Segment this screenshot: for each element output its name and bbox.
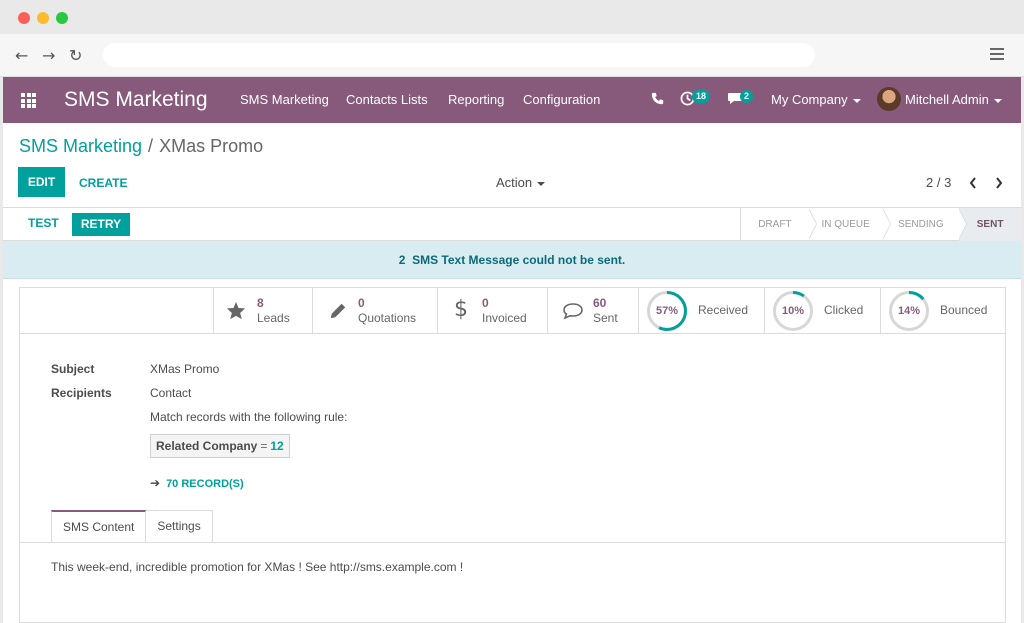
breadcrumb: SMS Marketing / XMas Promo — [19, 136, 263, 157]
records-count: 70 RECORD(S) — [166, 478, 244, 490]
forward-arrow-icon[interactable]: → — [42, 46, 55, 65]
rule-description: Match records with the following rule: — [150, 410, 348, 424]
tab-sms-content[interactable]: SMS Content — [51, 510, 147, 543]
create-button[interactable]: CREATE — [79, 176, 127, 190]
records-link[interactable]: ➔ 70 RECORD(S) — [150, 476, 244, 490]
alert-text: SMS Text Message could not be sent. — [412, 253, 626, 267]
breadcrumb-current: XMas Promo — [159, 136, 264, 156]
pager-value[interactable]: 2 / 3 — [926, 175, 951, 190]
recipients-label: Recipients — [51, 386, 112, 400]
received-label: Received — [698, 303, 749, 317]
smart-buttons: 8 Leads 0 Quotations $ 0 Invoiced 60 Sen… — [213, 288, 1004, 334]
quotations-label: Quotations — [358, 311, 417, 325]
domain-field: Related Company — [156, 439, 258, 453]
menu-item-contacts-lists[interactable]: Contacts Lists — [346, 92, 428, 107]
stage-label: DRAFT — [758, 219, 792, 230]
clicked-stat-button[interactable]: 10% Clicked — [764, 288, 880, 334]
stage-label: IN QUEUE — [821, 219, 870, 230]
reload-icon[interactable]: ↻ — [69, 46, 82, 65]
tab-settings[interactable]: Settings — [146, 510, 213, 543]
stage-draft[interactable]: DRAFT — [741, 207, 817, 241]
browser-menu-icon[interactable] — [990, 48, 1004, 63]
chevron-left-icon[interactable] — [969, 177, 977, 189]
browser-titlebar — [0, 0, 1024, 34]
form-sheet: 8 Leads 0 Quotations $ 0 Invoiced 60 Sen… — [19, 287, 1006, 623]
stage-label: SENDING — [898, 219, 944, 230]
invoiced-stat-button[interactable]: $ 0 Invoiced — [437, 288, 547, 334]
status-bar: TEST RETRY DRAFT IN QUEUE SENDING SENT — [3, 207, 1021, 241]
domain-operator: = — [260, 439, 268, 453]
edit-button[interactable]: EDIT — [18, 167, 65, 197]
bounced-label: Bounced — [940, 303, 988, 317]
retry-button[interactable]: RETRY — [72, 213, 130, 236]
sms-body-text: This week-end, incredible promotion for … — [51, 560, 464, 574]
alert-count: 2 — [398, 253, 406, 267]
clicked-percent: 10% — [781, 305, 805, 317]
dollar-icon: $ — [454, 297, 468, 322]
browser-toolbar: ← → ↻ — [0, 34, 1024, 77]
odoo-app: SMS Marketing SMS Marketing Contacts Lis… — [3, 77, 1021, 623]
stage-pipeline: DRAFT IN QUEUE SENDING SENT — [740, 207, 1021, 241]
arrow-right-icon: ➔ — [150, 476, 161, 490]
breadcrumb-parent-link[interactable]: SMS Marketing — [19, 136, 142, 156]
quotations-stat-button[interactable]: 0 Quotations — [312, 288, 437, 334]
phone-icon[interactable] — [651, 92, 664, 105]
menu-item-sms-marketing[interactable]: SMS Marketing — [240, 92, 329, 107]
leads-label: Leads — [257, 311, 290, 325]
minimize-window-button[interactable] — [37, 12, 49, 24]
action-label: Action — [496, 175, 533, 190]
stage-sending[interactable]: SENDING — [883, 207, 968, 241]
maximize-window-button[interactable] — [56, 12, 68, 24]
back-arrow-icon[interactable]: ← — [15, 46, 28, 65]
apps-grid-icon[interactable] — [21, 93, 36, 108]
message-count-badge: 2 — [740, 90, 754, 103]
chevron-right-icon[interactable] — [995, 177, 1003, 189]
leads-stat-button[interactable]: 8 Leads — [213, 288, 312, 334]
sent-count: 60 — [593, 296, 607, 310]
invoiced-label: Invoiced — [482, 311, 527, 325]
activity-count-badge: 18 — [692, 90, 711, 103]
address-bar[interactable] — [103, 43, 815, 67]
app-brand[interactable]: SMS Marketing — [64, 88, 208, 112]
stage-in-queue[interactable]: IN QUEUE — [809, 207, 891, 241]
leads-count: 8 — [257, 296, 264, 310]
star-icon — [226, 301, 246, 320]
stage-sent[interactable]: SENT — [959, 208, 1021, 241]
comment-icon — [563, 303, 583, 320]
domain-value: 12 — [270, 439, 284, 453]
user-avatar[interactable] — [877, 87, 901, 111]
clicked-label: Clicked — [824, 303, 864, 317]
close-window-button[interactable] — [18, 12, 30, 24]
user-name: Mitchell Admin — [905, 92, 989, 107]
recipients-value: Contact — [150, 386, 192, 400]
user-menu[interactable]: Mitchell Admin — [905, 92, 1002, 107]
caret-down-icon — [993, 98, 1002, 103]
sent-label: Sent — [593, 311, 618, 325]
breadcrumb-separator: / — [148, 136, 154, 156]
domain-rule[interactable]: Related Company = 12 — [150, 434, 290, 458]
sent-stat-button[interactable]: 60 Sent — [547, 288, 638, 334]
company-switcher[interactable]: My Company — [771, 92, 861, 107]
quotations-count: 0 — [358, 296, 365, 310]
action-dropdown[interactable]: Action — [496, 175, 546, 190]
subject-value: XMas Promo — [150, 362, 220, 376]
menu-item-reporting[interactable]: Reporting — [448, 92, 504, 107]
pencil-icon — [330, 303, 346, 319]
bounced-stat-button[interactable]: 14% Bounced — [880, 288, 1004, 334]
error-alert: 2 SMS Text Message could not be sent. — [3, 241, 1021, 279]
received-stat-button[interactable]: 57% Received — [638, 288, 764, 334]
test-button[interactable]: TEST — [28, 216, 59, 230]
browser-window: ← → ↻ SMS Marketing SMS Marketing Contac… — [0, 0, 1024, 623]
stage-label: SENT — [976, 219, 1004, 230]
notebook-tabs: SMS Content Settings — [51, 510, 213, 543]
subject-label: Subject — [51, 362, 95, 376]
company-name: My Company — [771, 92, 848, 107]
main-navbar: SMS Marketing SMS Marketing Contacts Lis… — [3, 77, 1021, 123]
menu-item-configuration[interactable]: Configuration — [523, 92, 600, 107]
bounced-percent: 14% — [897, 305, 921, 317]
invoiced-count: 0 — [482, 296, 489, 310]
caret-down-icon — [852, 98, 861, 103]
caret-down-icon — [537, 181, 546, 186]
received-percent: 57% — [655, 305, 679, 317]
